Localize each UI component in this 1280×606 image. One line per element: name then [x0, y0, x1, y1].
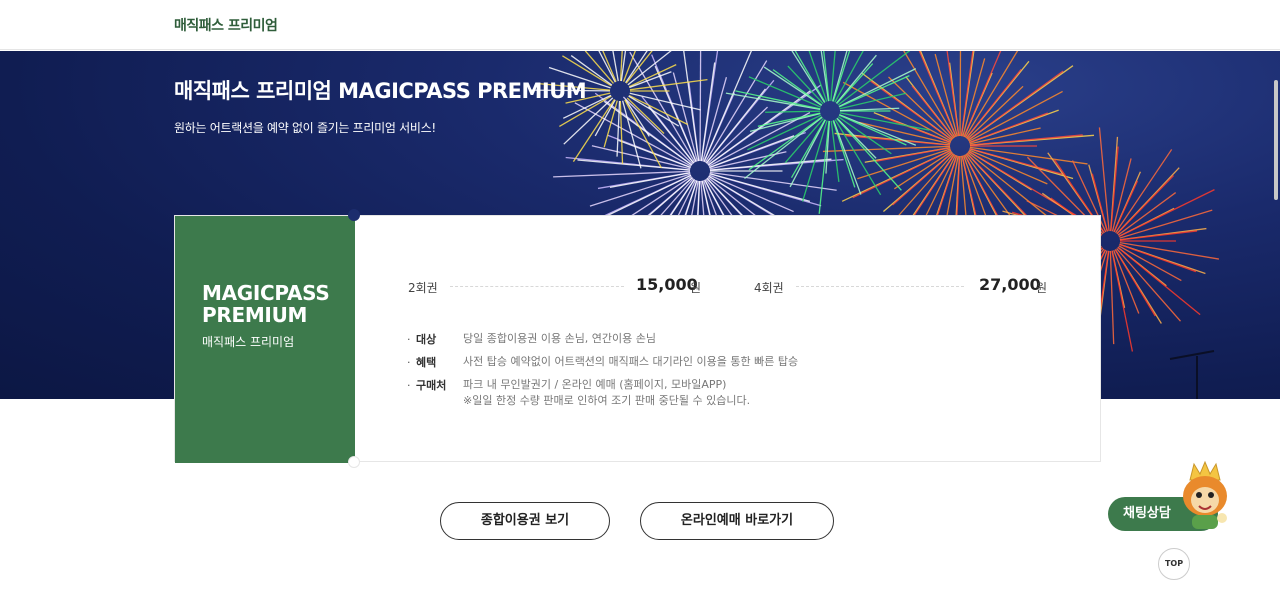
page-scrollbar[interactable]: [1274, 80, 1278, 200]
info-value-text: 파크 내 무인발권기 / 온라인 예매 (홈페이지, 모바일APP): [463, 378, 727, 391]
firework-streak: [1117, 192, 1177, 236]
firework-streak: [699, 51, 702, 162]
price-divider: [450, 286, 624, 287]
view-ticket-button[interactable]: 종합이용권 보기: [440, 502, 610, 540]
ticket-notch-top: [348, 209, 360, 221]
firework-streak: [709, 135, 795, 169]
scroll-top-button[interactable]: TOP: [1158, 548, 1190, 580]
bullet: ·: [407, 379, 411, 392]
product-name-en: MAGICPASS PREMIUM: [202, 281, 330, 327]
product-card-label-panel: MAGICPASS PREMIUM 매직패스 프리미엄: [175, 216, 355, 463]
price-item-4: 4회권 27,000 원: [754, 275, 1054, 296]
firework-streak: [700, 62, 716, 162]
price-unit: 원: [690, 281, 702, 295]
info-key: 혜택: [416, 356, 437, 369]
price-label: 4회권: [754, 281, 784, 295]
info-value: 당일 종합이용권 이용 손님, 연간이용 손님: [463, 332, 657, 345]
price-unit: 원: [1036, 281, 1048, 295]
ticket-notch-bottom: [348, 456, 360, 468]
info-value: 사전 탑승 예약없이 어트랙션의 매직패스 대기라인 이용을 통한 빠른 탑승: [463, 355, 799, 368]
hero-subtitle: 원하는 어트랙션을 예약 없이 즐기는 프리미엄 서비스!: [174, 121, 436, 135]
firework-streak: [789, 119, 826, 188]
firework-streak: [964, 51, 1019, 138]
firework-streak: [1115, 149, 1173, 234]
firework-streak: [765, 110, 821, 113]
price-label: 2회권: [408, 281, 438, 295]
firework-streak: [837, 51, 911, 106]
product-name-en-line2: PREMIUM: [202, 303, 308, 327]
firework-streak: [959, 51, 962, 137]
firework-streak: [839, 114, 917, 146]
firework-streak: [842, 81, 952, 142]
firework-streak: [749, 112, 821, 132]
mascot-icon[interactable]: [1172, 460, 1238, 532]
street-lamp: [1169, 350, 1215, 399]
firework-streak: [839, 107, 900, 112]
top-bar: 매직패스 프리미엄: [0, 0, 1280, 50]
hero-title: 매직패스 프리미엄 MAGICPASS PREMIUM: [174, 79, 587, 103]
bullet: ·: [407, 333, 411, 346]
firework-streak: [832, 120, 856, 188]
firework-streak: [619, 100, 624, 164]
firework-streak: [602, 51, 617, 83]
firework-streak: [966, 85, 1024, 140]
price-amount: 15,000: [636, 275, 698, 294]
firework-streak: [969, 146, 1088, 165]
firework-streak: [1111, 250, 1134, 352]
info-key: 구매처: [416, 379, 447, 392]
breadcrumb[interactable]: 매직패스 프리미엄: [174, 15, 278, 35]
bullet: ·: [407, 356, 411, 369]
online-booking-button[interactable]: 온라인예매 바로가기: [640, 502, 834, 540]
info-value: 파크 내 무인발권기 / 온라인 예매 (홈페이지, 모바일APP) ※일일 한…: [463, 377, 750, 409]
firework-streak: [1110, 146, 1119, 232]
product-info-list: · 대상 당일 종합이용권 이용 손님, 연간이용 손님 · 혜택 사전 탑승 …: [407, 331, 1047, 411]
info-key: 대상: [416, 333, 437, 346]
firework-streak: [818, 120, 830, 214]
firework-streak: [967, 70, 1064, 141]
firework-streak: [589, 173, 691, 207]
price-divider: [796, 286, 964, 287]
firework-streak: [629, 51, 696, 163]
firework-streak: [1109, 250, 1115, 345]
product-name-en-line1: MAGICPASS: [202, 281, 330, 305]
product-name-ko: 매직패스 프리미엄: [202, 335, 295, 349]
price-amount: 27,000: [979, 275, 1041, 294]
price-item-2: 2회권 15,000 원: [408, 275, 708, 296]
firework-streak: [832, 120, 862, 195]
firework-streak: [1116, 248, 1182, 322]
firework-streak: [1119, 230, 1198, 241]
firework-streak: [706, 106, 768, 165]
info-note: ※일일 한정 수량 판매로 인하여 조기 판매 중단될 수 있습니다.: [463, 394, 751, 407]
firework-streak: [969, 112, 1049, 144]
firework-streak: [1119, 241, 1220, 260]
info-row-target: · 대상 당일 종합이용권 이용 손님, 연간이용 손님: [407, 331, 1047, 354]
info-row-benefit: · 혜택 사전 탑승 예약없이 어트랙션의 매직패스 대기라인 이용을 통한 빠…: [407, 354, 1047, 377]
info-row-purchase: · 구매처 파크 내 무인발권기 / 온라인 예매 (홈페이지, 모바일APP)…: [407, 377, 1047, 411]
product-card: MAGICPASS PREMIUM 매직패스 프리미엄 2회권 15,000 원…: [174, 209, 1101, 468]
